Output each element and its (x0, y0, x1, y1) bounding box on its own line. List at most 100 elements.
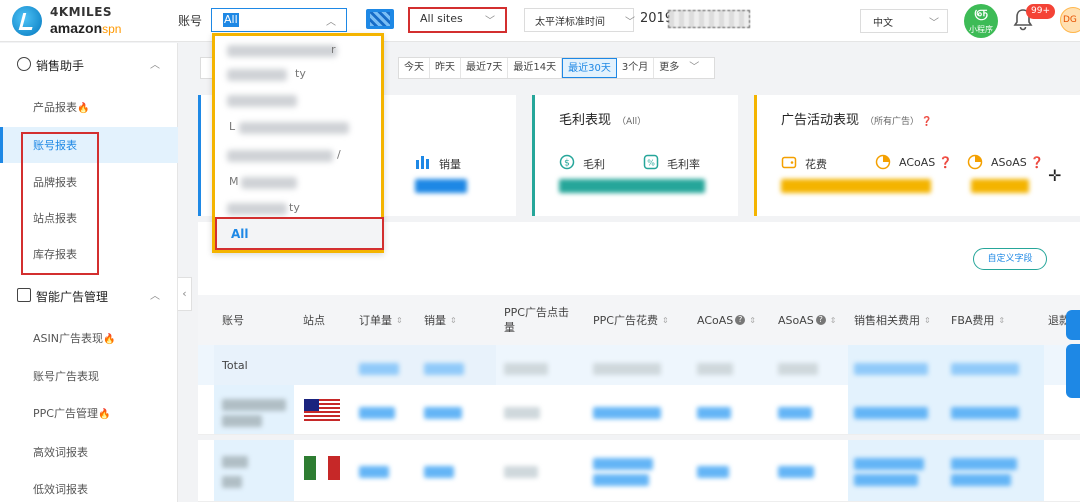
bar-chart-icon (416, 156, 429, 169)
dropdown-option[interactable] (215, 86, 381, 114)
sidebar: 销售助手 ︿ 产品报表🔥 账号报表 品牌报表 站点报表 库存报表 智能广告管理 … (0, 43, 178, 502)
sort-icon: ⇕ (749, 315, 756, 325)
timezone-select[interactable]: 太平洋标准时间 ﹀ (524, 8, 635, 32)
sales-metric-label: 销量 (439, 158, 461, 171)
col-ppc-spend[interactable]: PPC广告花费 ⇕ (593, 295, 669, 345)
sort-icon: ⇕ (924, 315, 931, 325)
tab-last-14[interactable]: 最近14天 (508, 58, 563, 78)
chat-float-button[interactable] (1066, 310, 1080, 340)
account-dropdown: r ty L / M ty All (212, 33, 384, 253)
move-cursor-icon: ✛ (1048, 166, 1062, 185)
logo-mark-icon (12, 6, 42, 36)
col-sales-fees[interactable]: 销售相关费用 ⇕ (854, 295, 931, 345)
sidebar-item-inefficient-keywords[interactable]: 低效词报表 (0, 471, 178, 502)
brand-logo[interactable]: 4KMILES amazonspn (12, 4, 162, 38)
help-icon: ? (815, 315, 826, 325)
sidebar-item-label: 低效词报表 (33, 483, 88, 496)
table-row[interactable] (198, 440, 1080, 502)
chevron-up-icon: ︿ (150, 291, 160, 302)
avatar[interactable]: DG (1060, 7, 1080, 33)
date-picker-edge[interactable] (200, 57, 212, 79)
dropdown-option[interactable]: ty (215, 60, 381, 88)
dropdown-option[interactable]: M (215, 168, 381, 196)
account-select-value: All (223, 13, 239, 27)
col-ppc-clicks[interactable]: PPC广告点击量 (504, 295, 576, 345)
col-site[interactable]: 站点 (303, 295, 325, 345)
ad-values-redacted (781, 179, 931, 193)
sidebar-item-product-report[interactable]: 产品报表🔥 (0, 89, 178, 125)
sort-icon: ⇕ (829, 315, 837, 325)
help-float-button[interactable] (1066, 344, 1080, 398)
chevron-up-icon: ︿ (150, 60, 160, 71)
notification-badge: 99+ (1026, 4, 1055, 19)
chevron-down-icon: ﹀ (625, 17, 635, 28)
table-row[interactable] (198, 385, 1080, 435)
acoas-label: ACoAS ❓ (899, 156, 953, 169)
sites-select[interactable]: All sites ﹀ (408, 7, 507, 33)
language-select[interactable]: 中文 ﹀ (860, 9, 948, 33)
sidebar-item-label: 账号广告表现 (33, 370, 99, 383)
ad-spend-label: 花费 (805, 158, 827, 171)
col-asoas[interactable]: ASoAS? ⇕ (778, 295, 836, 345)
sort-icon: ⇕ (450, 315, 457, 325)
account-select[interactable]: All ︿ (211, 8, 347, 32)
dropdown-option[interactable]: / (215, 141, 381, 169)
chevron-down-icon: ﹀ (689, 62, 700, 73)
sidebar-collapse-button[interactable]: ‹ (178, 277, 192, 311)
gross-margin-label: 毛利率 (667, 158, 700, 171)
col-units[interactable]: 销量 ⇕ (424, 295, 457, 345)
dashboard-icon (17, 57, 31, 71)
gross-values-redacted (559, 179, 705, 193)
tab-3-months[interactable]: 3个月 (617, 58, 655, 78)
dropdown-option[interactable]: L (215, 113, 381, 141)
tab-more[interactable]: 更多 ﹀ (654, 58, 714, 78)
col-orders[interactable]: 订单量 ⇕ (359, 295, 403, 345)
sidebar-item-label: PPC广告管理🔥 (33, 407, 111, 420)
tab-last-7[interactable]: 最近7天 (461, 58, 509, 78)
chevron-down-icon: ﹀ (929, 18, 939, 29)
ad-campaign-card: 广告活动表现 （所有广告） ❓ 花费 ACoAS ❓ ASoAS ❓ (754, 95, 1080, 216)
account-label: 账号 (178, 14, 203, 28)
help-icon: ? (735, 315, 746, 325)
mini-program-button[interactable]: ஞ 小程序 (964, 4, 998, 38)
sidebar-group-ads[interactable]: 智能广告管理 ︿ (0, 278, 178, 314)
tab-last-30[interactable]: 最近30天 (562, 58, 617, 78)
global-flag-icon[interactable] (366, 9, 394, 29)
percent-icon: % (643, 154, 659, 170)
sidebar-item-account-ads[interactable]: 账号广告表现 (0, 358, 178, 394)
sidebar-item-label: 产品报表🔥 (33, 101, 90, 114)
sidebar-group-label: 销售助手 (36, 59, 85, 73)
sidebar-item-label: 高效词报表 (33, 446, 88, 459)
pie-icon (967, 154, 983, 170)
timezone-value: 太平洋标准时间 (535, 17, 605, 28)
sort-icon: ⇕ (998, 315, 1006, 325)
date-range-redacted[interactable] (668, 10, 750, 28)
sidebar-group-sales[interactable]: 销售助手 ︿ (0, 47, 178, 83)
asoas-label: ASoAS ❓ (991, 156, 1044, 169)
language-value: 中文 (873, 18, 893, 29)
sort-icon: ⇕ (661, 315, 669, 325)
sidebar-item-label: ASIN广告表现🔥 (33, 332, 116, 345)
total-label: Total (222, 359, 248, 372)
tv-icon (17, 288, 31, 302)
tab-today[interactable]: 今天 (399, 58, 430, 78)
brand-line1: 4KMILES (50, 5, 113, 19)
col-account[interactable]: 账号 (222, 295, 244, 345)
pie-icon (875, 154, 891, 170)
dropdown-option-all[interactable]: All (215, 217, 384, 250)
dropdown-option-all-label: All (231, 227, 249, 241)
sidebar-group-label: 智能广告管理 (36, 290, 109, 304)
sidebar-item-ppc-manage[interactable]: PPC广告管理🔥 (0, 395, 178, 431)
brand-line2: amazonspn (50, 20, 122, 36)
custom-fields-button[interactable]: 自定义字段 (973, 248, 1047, 270)
col-fba-fees[interactable]: FBA费用 ⇕ (951, 295, 1005, 345)
tab-yesterday[interactable]: 昨天 (430, 58, 461, 78)
money-icon: $ (559, 154, 575, 170)
us-flag-icon (304, 399, 340, 423)
chevron-up-icon: ︿ (326, 17, 336, 28)
sidebar-item-asin-ads[interactable]: ASIN广告表现🔥 (0, 320, 178, 356)
sidebar-item-efficient-keywords[interactable]: 高效词报表 (0, 434, 178, 470)
col-acoas[interactable]: ACoAS? ⇕ (697, 295, 756, 345)
asoas-value-redacted (971, 179, 1029, 193)
chevron-down-icon: ﹀ (485, 16, 495, 27)
